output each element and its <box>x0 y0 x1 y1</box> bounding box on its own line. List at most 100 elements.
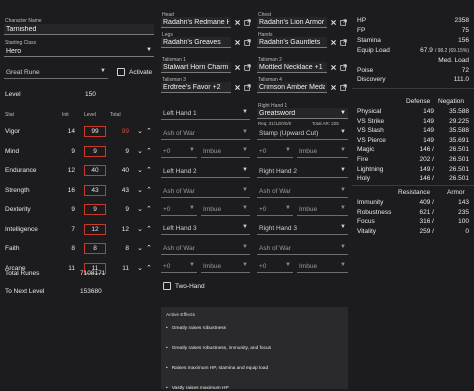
chevron-up-icon[interactable]: ⌃ <box>146 205 152 213</box>
chevron-down-icon[interactable]: ⌄ <box>137 264 143 272</box>
left-hand-3-imbue[interactable]: Imbue ▼ <box>201 260 250 273</box>
divider <box>352 185 474 186</box>
left-hand-3-upgrade[interactable]: +0 ▼ <box>161 260 197 273</box>
divider <box>352 88 474 89</box>
right-hand-3-ash-of-war[interactable]: Ash of War ▼ <box>257 242 348 255</box>
defense-value: 149 <box>423 108 434 115</box>
close-icon[interactable] <box>234 84 241 91</box>
chevron-up-icon[interactable]: ⌃ <box>146 147 152 155</box>
starting-class-select[interactable]: Hero ▼ <box>4 46 154 57</box>
right-hand-3-imbue[interactable]: Imbue ▼ <box>297 260 348 273</box>
right-hand-3-select[interactable]: Right Hand 3 ▼ <box>257 222 348 235</box>
right-hand-2-ash-of-war[interactable]: Ash of War ▼ <box>257 185 348 198</box>
left-hand-1-select[interactable]: Left Hand 1 ▼ <box>161 107 250 120</box>
chest-select[interactable]: Radahn's Lion Armor <box>257 17 327 28</box>
left-hand-1-imbue[interactable]: Imbue ▼ <box>201 145 250 158</box>
left-hand-2-select[interactable]: Left Hand 2 ▼ <box>161 165 250 178</box>
right-hand-1-ash-of-war[interactable]: Stamp (Upward Cut) ▼ <box>257 127 348 140</box>
right-hand-2-select[interactable]: Right Hand 2 ▼ <box>257 165 348 178</box>
stat-level-input[interactable]: 43 <box>84 184 106 196</box>
stat-level-input[interactable]: 99 <box>84 126 106 137</box>
left-hand-3-ash-of-war[interactable]: Ash of War ▼ <box>161 242 250 255</box>
right-hand-3-upgrade[interactable]: +0 ▼ <box>257 260 293 273</box>
stat-total: 43 <box>121 186 129 194</box>
right-hand-3-imbue-value: Imbue <box>299 263 318 270</box>
right-hand-1-attack-rating: Total AR: 225 <box>312 121 339 126</box>
stat-level-input[interactable]: 8 <box>84 243 106 254</box>
chevron-down-icon[interactable]: ⌄ <box>137 147 143 155</box>
close-icon[interactable] <box>330 39 337 46</box>
right-hand-2-upgrade[interactable]: +0 ▼ <box>257 203 293 216</box>
legs-select[interactable]: Radahn's Greaves <box>161 37 231 48</box>
close-icon[interactable] <box>234 64 241 71</box>
resistance-name: Focus <box>357 218 375 226</box>
close-icon[interactable] <box>234 39 241 46</box>
left-hand-2-imbue-value: Imbue <box>203 206 222 213</box>
activate-checkbox[interactable] <box>117 68 125 76</box>
chevron-down-icon: ▼ <box>340 110 346 116</box>
talisman-1-value: Stalwart Horn Charm +1 <box>163 64 229 71</box>
left-hand-2-imbue[interactable]: Imbue ▼ <box>201 203 250 216</box>
chevron-up-icon[interactable]: ⌃ <box>146 244 152 252</box>
stat-level-input[interactable]: 12 <box>84 223 106 235</box>
armor-value: 0 <box>465 227 469 235</box>
chevron-down-icon[interactable]: ⌄ <box>137 205 143 213</box>
chevron-down-icon[interactable]: ⌄ <box>137 225 143 233</box>
external-link-icon[interactable] <box>340 19 347 26</box>
level-header: Level <box>84 112 96 118</box>
stat-level-input[interactable]: 9 <box>84 145 106 157</box>
poise-stat-label: Poise <box>357 67 374 74</box>
chevron-down-icon[interactable]: ⌄ <box>137 186 143 194</box>
close-icon[interactable] <box>330 19 337 26</box>
talisman-2-select[interactable]: Mottled Necklace +1 <box>257 62 327 73</box>
chevron-down-icon[interactable]: ⌄ <box>137 244 143 252</box>
external-link-icon[interactable] <box>244 39 251 46</box>
external-link-icon[interactable] <box>340 39 347 46</box>
stat-level-input[interactable]: 40 <box>84 165 106 176</box>
left-hand-3-select[interactable]: Left Hand 3 ▼ <box>161 222 250 235</box>
stat-row: Faith 8 8 8 ⌄ ⌃ <box>5 243 153 255</box>
external-link-icon[interactable] <box>244 19 251 26</box>
left-hand-2-upgrade[interactable]: +0 ▼ <box>161 203 197 216</box>
chevron-down-icon[interactable]: ⌄ <box>137 166 143 174</box>
defense-name: VS Pierce <box>357 136 386 144</box>
right-hand-1-select[interactable]: Greatsword ▼ <box>257 108 348 119</box>
chevron-up-icon[interactable]: ⌃ <box>146 127 152 135</box>
init-header: Init <box>62 112 69 118</box>
two-hand-checkbox[interactable] <box>163 282 171 290</box>
poise-stat-value: 72 <box>461 67 469 74</box>
left-hand-3-select-value: Left Hand 3 <box>163 225 197 232</box>
chevron-up-icon[interactable]: ⌃ <box>146 264 152 272</box>
negation-value: 26.501 <box>449 156 469 163</box>
chevron-down-icon[interactable]: ⌄ <box>137 127 143 135</box>
external-link-icon[interactable] <box>244 84 251 91</box>
hp-stat-value: 2358 <box>454 17 469 24</box>
left-hand-1-ash-of-war-value: Ash of War <box>163 130 195 137</box>
external-link-icon[interactable] <box>340 64 347 71</box>
great-rune-select[interactable]: Great Rune ▼ <box>4 66 108 79</box>
external-link-icon[interactable] <box>244 64 251 71</box>
stat-total: 11 <box>122 264 129 272</box>
right-hand-2-imbue[interactable]: Imbue ▼ <box>297 203 348 216</box>
hands-select[interactable]: Radahn's Gauntlets <box>257 37 327 48</box>
character-name-input[interactable]: Tarnished <box>4 24 154 35</box>
external-link-icon[interactable] <box>340 84 347 91</box>
left-hand-2-ash-of-war[interactable]: Ash of War ▼ <box>161 185 250 198</box>
talisman-3-select[interactable]: Erdtree's Favor +2 <box>161 82 231 93</box>
stat-level-input[interactable]: 9 <box>84 204 106 215</box>
close-icon[interactable] <box>330 64 337 71</box>
right-hand-1-upgrade[interactable]: +0 ▼ <box>257 145 293 158</box>
left-hand-1-ash-of-war[interactable]: Ash of War ▼ <box>161 127 250 140</box>
chevron-up-icon[interactable]: ⌃ <box>146 186 152 194</box>
talisman-4-select[interactable]: Crimson Amber Medallion <box>257 82 327 93</box>
chevron-up-icon[interactable]: ⌃ <box>146 166 152 174</box>
chevron-up-icon[interactable]: ⌃ <box>146 225 152 233</box>
right-hand-1-imbue[interactable]: Imbue ▼ <box>297 145 348 158</box>
head-select[interactable]: Radahn's Redmane Helm <box>161 17 231 28</box>
talisman-1-select[interactable]: Stalwart Horn Charm +1 <box>161 62 231 73</box>
close-icon[interactable] <box>234 19 241 26</box>
stat-init: 16 <box>67 186 75 194</box>
left-hand-1-upgrade[interactable]: +0 ▼ <box>161 145 197 158</box>
close-icon[interactable] <box>330 84 337 91</box>
bullet-icon: • <box>166 346 168 351</box>
